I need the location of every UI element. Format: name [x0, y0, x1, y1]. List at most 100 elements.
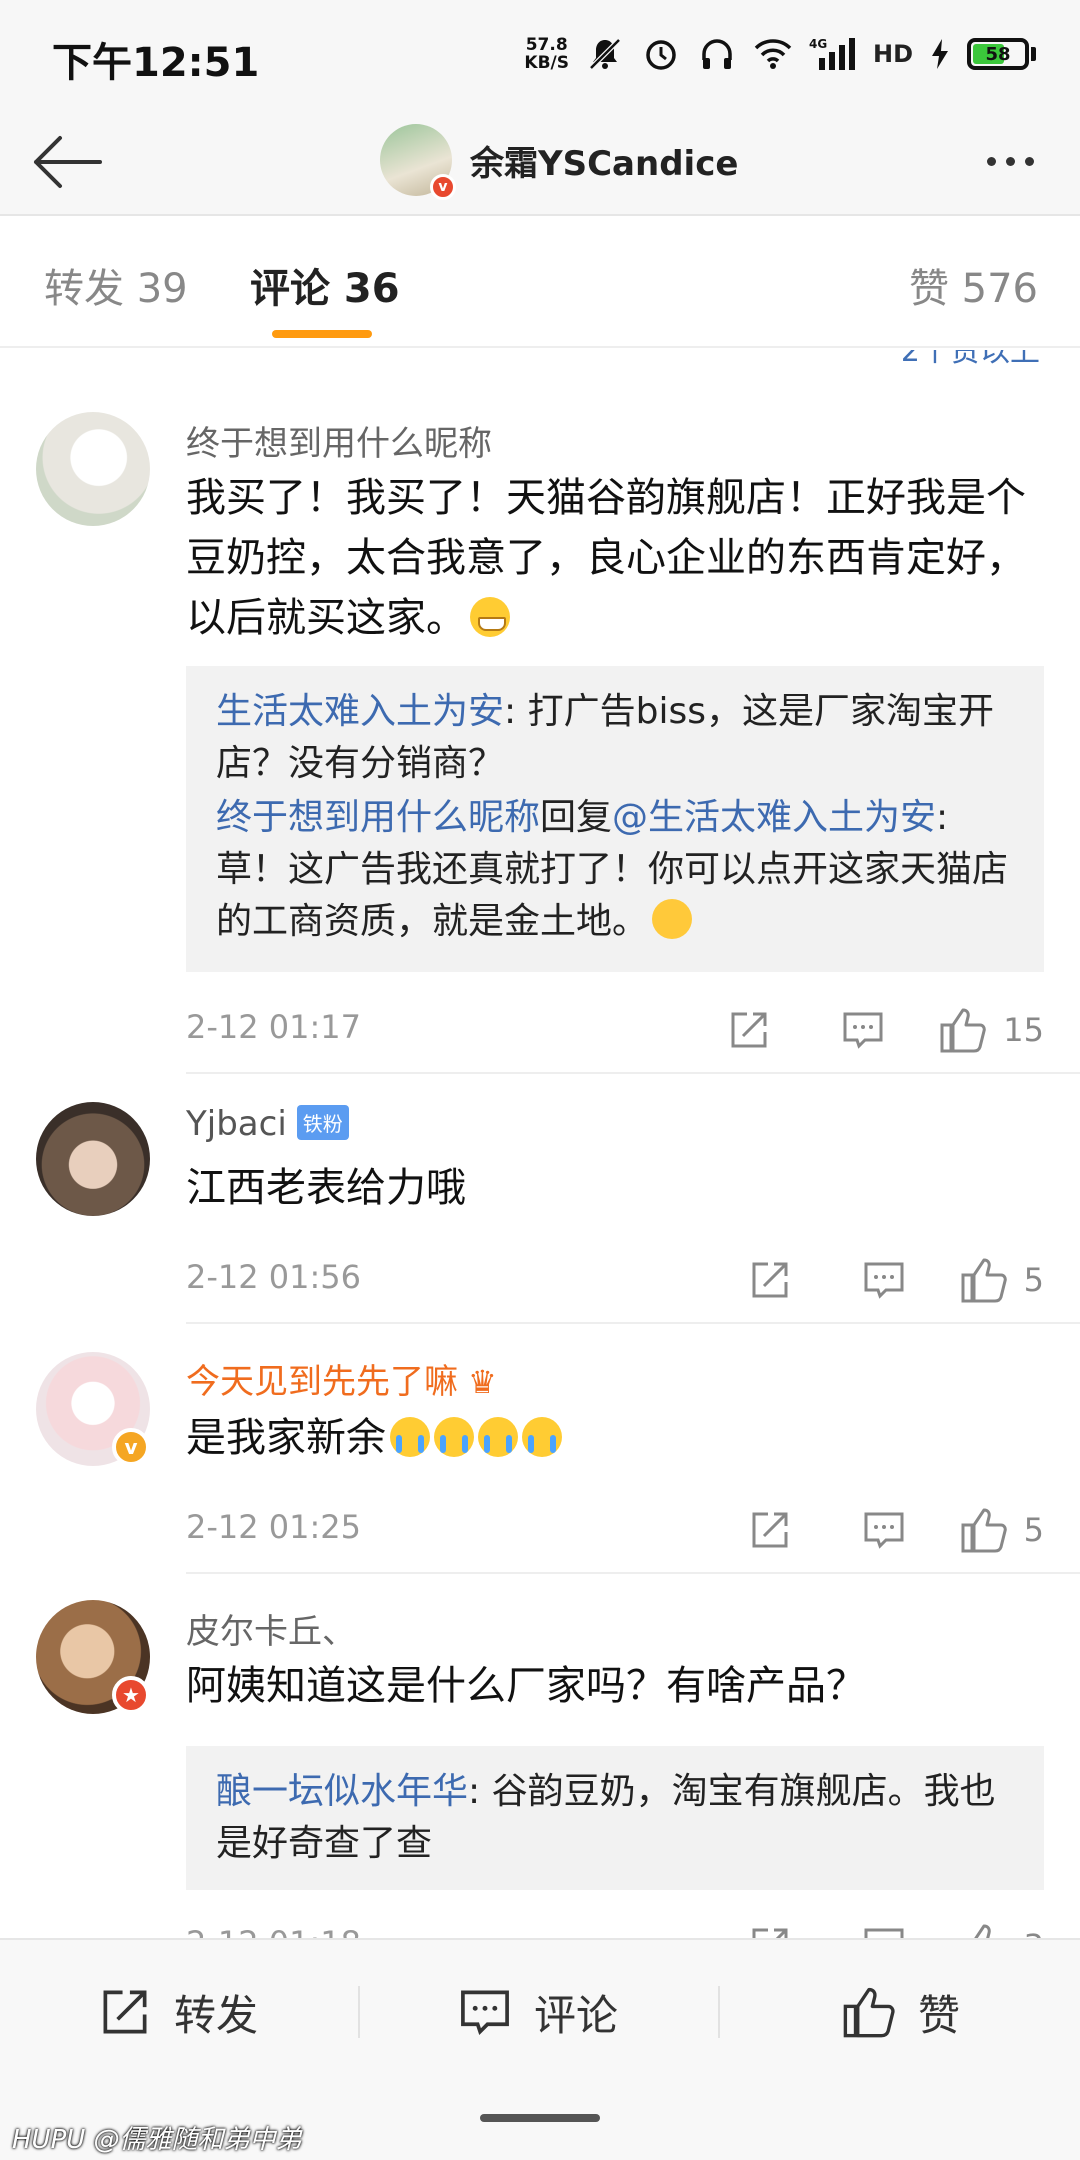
comment-text: 是我家新余 — [186, 1408, 1046, 1468]
crying-emoji-icon — [522, 1417, 562, 1457]
headphones-icon — [697, 34, 737, 74]
battery-tip — [1031, 47, 1036, 61]
author-avatar[interactable]: v — [380, 124, 456, 200]
more-button[interactable] — [970, 136, 1050, 186]
reply-username[interactable]: 终于想到用什么昵称 — [216, 797, 540, 838]
repost-comment-button[interactable] — [746, 1506, 794, 1554]
thumbs-up-icon — [961, 1258, 1007, 1303]
charging-icon — [929, 34, 951, 74]
reply-item[interactable]: 终于想到用什么昵称回复@生活太难入土为安: 草！这广告我还真就打了！你可以点开这… — [216, 792, 1014, 948]
comment-username[interactable]: 皮尔卡丘、 — [186, 1604, 356, 1653]
thumbs-up-icon — [843, 1987, 895, 2038]
fan-badge: 铁粉 — [296, 1105, 349, 1140]
like-button[interactable]: 15 — [939, 1007, 1044, 1053]
tab-likes[interactable]: 赞 576 — [909, 256, 1038, 314]
hd-icon: HD — [873, 40, 914, 68]
comment-text: 江西老表给力哦 — [186, 1165, 466, 1211]
comment-bubble-icon — [864, 1928, 904, 1938]
reply-username[interactable]: 酿一坛似水年华 — [216, 1771, 468, 1812]
thumbs-up-icon — [973, 1924, 991, 1938]
reply-comment-button[interactable] — [860, 1506, 908, 1554]
peek-text: 2个赞以上 — [900, 350, 1040, 369]
comment-meta: 2-12 01:25 5 — [186, 1500, 1044, 1560]
like-button[interactable]: 5 — [960, 1257, 1044, 1303]
reply-username[interactable]: 生活太难入土为安 — [216, 691, 504, 732]
avatar[interactable] — [36, 412, 150, 526]
like-count: 5 — [1023, 1261, 1044, 1299]
battery-icon: 58 — [967, 38, 1029, 70]
verified-badge-icon: v — [112, 1428, 150, 1466]
like-label: 赞 — [918, 1990, 961, 2040]
reply-item[interactable]: 生活太难入土为安: 打广告biss，这是厂家淘宝开店？没有分销商？ — [216, 686, 1014, 790]
divider — [186, 1572, 1080, 1574]
mute-bell-icon — [585, 34, 625, 74]
bottom-action-bar: 转发 评论 赞 HUPU @儒雅随和弟中弟 — [0, 1938, 1080, 2160]
watermark: HUPU @儒雅随和弟中弟 — [12, 2125, 302, 2155]
share-icon — [752, 1512, 788, 1548]
active-tab-indicator — [272, 330, 372, 338]
nav-bar: v 余霜YSCandice — [0, 110, 1080, 216]
reply-mention[interactable]: @生活太难入土为安 — [612, 797, 936, 838]
wifi-icon — [753, 34, 793, 74]
share-icon — [752, 1262, 788, 1298]
back-button[interactable] — [26, 122, 106, 202]
more-dots-icon — [986, 156, 996, 166]
net-speed: 57.8 KB/S — [524, 35, 569, 73]
signal-4g-icon: 4G — [809, 34, 857, 74]
comment-list[interactable]: 2个赞以上 终于想到用什么昵称 我买了！我买了！天猫谷韵旗舰店！正好我是个豆奶控… — [0, 350, 1080, 1938]
comment-meta: 2-12 01:56 5 — [186, 1250, 1044, 1310]
tab-forward[interactable]: 转发 39 — [44, 256, 188, 314]
comment-username[interactable]: 终于想到用什么昵称 — [186, 416, 492, 465]
repost-comment-button[interactable] — [746, 1922, 794, 1938]
comment-text: 阿姨知道这是什么厂家吗？有啥产品？ — [186, 1663, 866, 1709]
repost-comment-button[interactable] — [746, 1256, 794, 1304]
thumbs-up-icon — [961, 1508, 1007, 1553]
avatar[interactable] — [36, 1102, 150, 1216]
divider — [186, 1072, 1080, 1074]
divider — [718, 1986, 720, 2038]
alarm-clock-icon — [641, 34, 681, 74]
svg-text:4G: 4G — [809, 37, 827, 51]
forward-button[interactable]: 转发 — [98, 1974, 258, 2050]
comment-button[interactable]: 评论 — [458, 1974, 618, 2050]
crying-emoji-icon — [434, 1417, 474, 1457]
reply-item[interactable]: 酿一坛似水年华: 谷韵豆奶，淘宝有旗舰店。我也是好奇查了查 — [216, 1766, 1014, 1870]
share-icon — [103, 1990, 147, 2034]
tab-bar: 转发 39 评论 36 赞 576 — [0, 216, 1080, 348]
author-name[interactable]: 余霜YSCandice — [470, 136, 738, 185]
comment-username[interactable]: Yjbaci 铁粉 — [186, 1104, 349, 1144]
status-icons: 57.8 KB/S 4G HD 58 — [524, 30, 1036, 78]
reply-comment-button[interactable] — [860, 1922, 908, 1938]
home-indicator[interactable] — [480, 2114, 600, 2122]
author-header[interactable]: v 余霜YSCandice — [380, 114, 738, 206]
like-post-button[interactable]: 赞 — [842, 1974, 960, 2050]
comment-label: 评论 — [534, 1990, 619, 2040]
like-button[interactable]: 3 — [960, 1923, 1044, 1938]
forward-label: 转发 — [174, 1990, 259, 2040]
divider — [358, 1986, 360, 2038]
repost-comment-button[interactable] — [725, 1006, 773, 1054]
comment-actions: 5 — [680, 1500, 1044, 1560]
tab-comments[interactable]: 评论 36 — [250, 256, 400, 314]
reply-comment-button[interactable] — [860, 1256, 908, 1304]
status-bar: 下午12:51 57.8 KB/S 4G HD 58 — [0, 0, 1080, 110]
crown-icon: ♛ — [468, 1363, 497, 1401]
verified-badge-icon: v — [430, 174, 456, 200]
share-icon — [752, 1928, 788, 1938]
comment-bubble-icon — [461, 1990, 509, 2036]
comment-actions: 5 — [680, 1250, 1044, 1310]
reply-box[interactable]: 酿一坛似水年华: 谷韵豆奶，淘宝有旗舰店。我也是好奇查了查 — [186, 1746, 1044, 1890]
like-button[interactable]: 5 — [960, 1507, 1044, 1553]
avatar[interactable]: v — [36, 1352, 150, 1466]
comment-username[interactable]: 今天见到先先了嘛 ♛ — [186, 1354, 497, 1403]
avatar[interactable]: ★ — [36, 1600, 150, 1714]
comment-bubble-icon — [864, 1512, 904, 1549]
comment-actions: 15 — [659, 1000, 1044, 1060]
comment-time: 2-12 01:17 — [186, 1008, 362, 1046]
reply-comment-button[interactable] — [839, 1006, 887, 1054]
crying-emoji-icon — [478, 1417, 518, 1457]
reply-box[interactable]: 生活太难入土为安: 打广告biss，这是厂家淘宝开店？没有分销商？ 终于想到用什… — [186, 666, 1044, 972]
crying-emoji-icon — [390, 1417, 430, 1457]
comment-meta: 2-12 01:18 3 — [186, 1916, 1044, 1938]
blush-emoji-icon — [652, 899, 693, 939]
